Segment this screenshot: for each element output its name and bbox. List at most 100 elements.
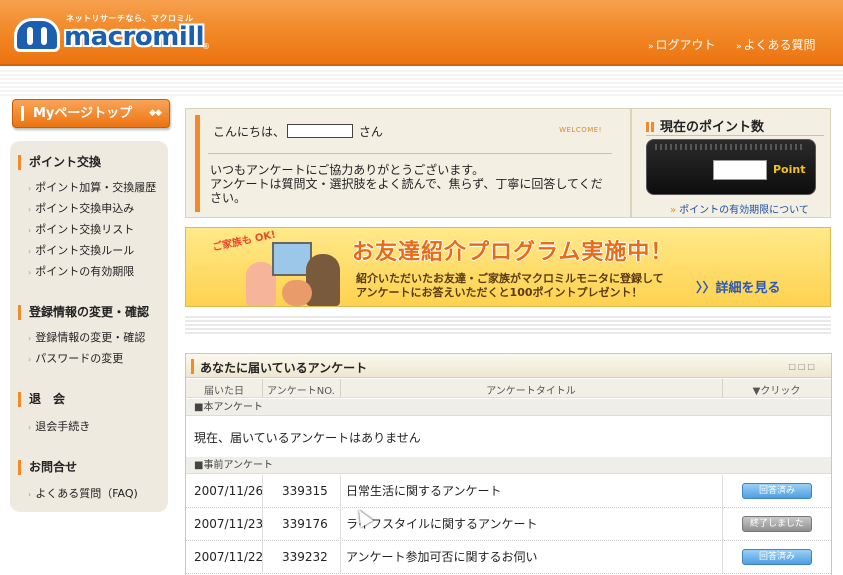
mypage-top-button[interactable]: Myページトップ ◆◆ [12,99,170,128]
logo-text: macromill [64,22,205,52]
col-divider [722,475,723,508]
dots-icon: ◆◆ [149,108,162,118]
person-shape [306,254,340,306]
status-button-answered[interactable]: 回答済み [742,483,812,499]
sidebar-link-point-history[interactable]: › ポイント加算・交換履歴 [28,179,156,195]
sidebar-link-password[interactable]: › パスワードの変更 [28,350,123,366]
banner-subtext-line: アンケートにお答えいただくと100ポイントプレゼント！ [356,286,643,299]
family-illustration [246,236,356,306]
macromill-logo[interactable]: ネットリサーチなら、マクロミル macromill ® [14,14,214,56]
logo-registered-mark: ® [202,42,210,51]
main-survey-label: ■本アンケート [186,399,831,416]
row-title: ライフスタイルに関するアンケート [346,517,538,531]
grid-icon [646,122,654,132]
arrow-icon: › [28,334,32,343]
col-divider [262,475,263,508]
banner-headline: お友達紹介プログラム実施中！ [352,240,674,265]
points-title: 現在のポイント数 [646,116,764,135]
faq-link[interactable]: » よくある質問 [736,36,816,53]
welcome-message-line: いつもアンケートにご協力ありがとうございます。 [210,163,485,177]
arrow-icon: › [28,184,32,193]
col-divider [262,508,263,541]
points-panel: 現在のポイント数 Point » ポイントの有効期限について [631,108,831,218]
header-stripe [0,68,843,96]
row-title: アンケート参加可否に関するお伺い [346,550,538,564]
col-divider [722,541,723,574]
col-divider [340,475,341,508]
greeting-suffix: さん [358,125,383,139]
row-date: 2007/11/26 [194,484,264,498]
sidebar-link-registration[interactable]: › 登録情報の変更・確認 [28,329,145,345]
arrow-icon: › [28,355,32,364]
col-number: アンケートNO. [267,386,335,397]
link-label: 退会手続き [35,420,91,433]
divider [208,153,612,154]
link-label: ポイント交換申込み [35,202,135,215]
greeting-prefix: こんにちは、 [213,125,286,139]
sidebar: ポイント交換 › ポイント加算・交換履歴 › ポイント交換申込み › ポイント交換リス… [10,141,168,512]
col-click: ▼クリック [752,386,801,397]
points-expiry-label: ポイントの有効期限について [679,205,809,216]
row-number: 339232 [282,550,328,564]
col-divider [340,508,341,541]
link-label: ポイント交換リスト [35,223,135,236]
points-value-box [713,160,767,180]
link-label: よくある質問（FAQ) [35,487,138,500]
banner-subtext: 紹介いただいたお友達・ご家族がマクロミルモニタに登録して アンケートにお答えいた… [356,272,664,300]
survey-header: あなたに届いているアンケート □□□ [186,354,831,378]
username-box [287,124,354,138]
link-label: ポイント交換ルール [35,244,135,257]
survey-column-headers: 届いた日 アンケートNO. アンケートタイトル ▼クリック [186,379,831,398]
sidebar-link-point-expiry[interactable]: › ポイントの有効期限 [28,263,134,279]
empty-message: 現在、届いているアンケートはありません [194,431,421,445]
welcome-message: いつもアンケートにご協力ありがとうございます。 アンケートは質問文・選択肢をよく… [210,163,610,205]
welcome-panel: こんにちは、 さん WELCOME! いつもアンケートにご協力ありがとうございま… [185,108,631,218]
col-title: アンケートタイトル [486,386,576,397]
banner-subtext-line: 紹介いただいたお友達・ご家族がマクロミルモニタに登録して [356,272,664,285]
welcome-tag: WELCOME! [559,126,602,134]
arrow-icon: » [736,42,742,52]
arrow-icon: » [648,42,654,52]
row-date: 2007/11/23 [194,517,264,531]
status-button-answered[interactable]: 回答済み [742,549,812,565]
col-divider [262,541,263,574]
section-title-contact: お問合せ [18,460,77,475]
accent-bar [191,359,194,374]
banner-details-link[interactable]: 〉〉詳細を見る [696,277,781,296]
logout-label: ログアウト [655,38,716,52]
arrow-icon: › [28,226,32,235]
divider [646,135,824,136]
sidebar-link-point-apply[interactable]: › ポイント交換申込み [28,200,134,216]
faq-label: よくある質問 [743,38,816,52]
arrow-icon: » [670,205,677,216]
link-label: 登録情報の変更・確認 [35,331,146,344]
table-row: 2007/11/22 339232 アンケート参加可否に関するお伺い 回答済み [186,541,831,574]
sidebar-link-faq[interactable]: › よくある質問（FAQ) [28,485,138,501]
card-pattern [655,144,805,150]
sidebar-link-point-list[interactable]: › ポイント交換リスト [28,221,134,237]
points-unit: Point [773,163,806,176]
panel-controls-icon[interactable]: □□□ [788,362,817,371]
row-number: 339315 [282,484,328,498]
site-header: ネットリサーチなら、マクロミル macromill ® » ログアウト » よくある… [0,0,843,66]
col-date: 届いた日 [204,386,244,397]
status-button-closed[interactable]: 終了しました [742,516,812,532]
table-row: 2007/11/23 339176 ライフスタイルに関するアンケート 終了しまし… [186,508,831,541]
sidebar-link-point-rules[interactable]: › ポイント交換ルール [28,242,134,258]
link-label: ポイントの有効期限 [35,265,135,278]
sidebar-link-withdraw[interactable]: › 退会手続き [28,418,90,434]
referral-banner[interactable]: ご家族も OK! お友達紹介プログラム実施中！ 紹介いただいたお友達・ご家族がマ… [185,227,831,307]
arrow-icon: › [28,268,32,277]
arrow-icon: › [28,247,32,256]
mypage-top-label: Myページトップ [33,106,133,121]
greeting: こんにちは、 さん [213,123,383,140]
points-expiry-link[interactable]: » ポイントの有効期限について [670,201,809,216]
logo-m-icon [14,18,60,52]
accent-bar [195,115,200,212]
arrow-icon: › [28,423,32,432]
arrow-icon: › [28,490,32,499]
points-card: Point [646,139,816,195]
row-number: 339176 [282,517,328,531]
col-divider [722,508,723,541]
logout-link[interactable]: » ログアウト [648,36,716,53]
